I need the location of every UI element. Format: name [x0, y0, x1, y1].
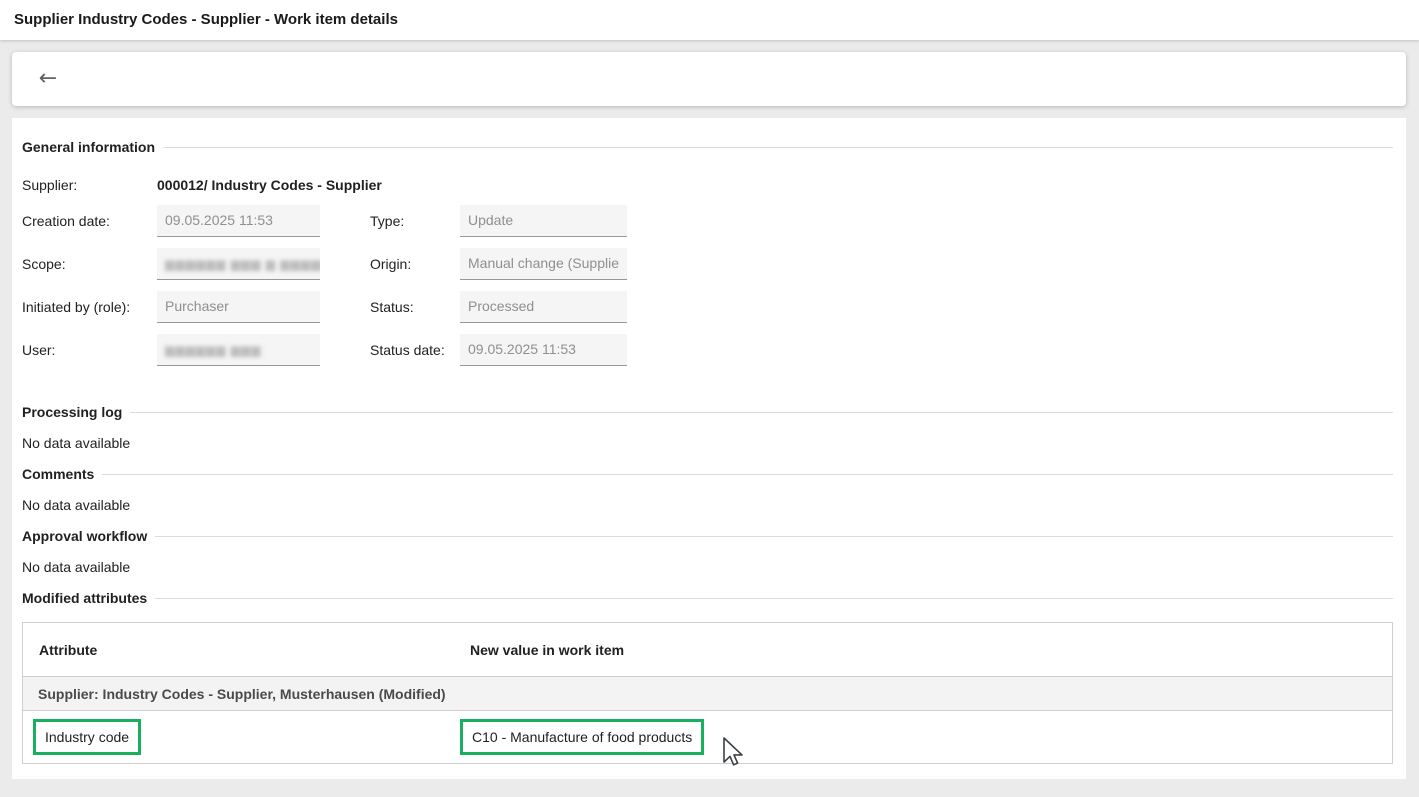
processing-log-empty-text: No data available	[22, 433, 130, 453]
section-comments: Comments	[22, 464, 1393, 484]
table-group-row: Supplier: Industry Codes - Supplier, Mus…	[23, 677, 1392, 711]
status-date-field[interactable]: 09.05.2025 11:53	[460, 334, 627, 366]
details-panel: General information Supplier: 000012/ In…	[12, 118, 1406, 779]
section-divider	[130, 412, 1393, 413]
attribute-cell-highlighted[interactable]: Industry code	[33, 719, 141, 755]
section-title: Comments	[22, 466, 94, 482]
section-divider	[163, 147, 1393, 148]
type-field[interactable]: Update	[460, 205, 627, 237]
origin-field[interactable]: Manual change (Supplie	[460, 248, 627, 280]
status-field[interactable]: Processed	[460, 291, 627, 323]
section-title: General information	[22, 139, 155, 155]
status-label: Status:	[370, 291, 414, 323]
section-general-information: General information	[22, 137, 1393, 157]
back-button[interactable]: ←	[28, 59, 68, 99]
section-title: Processing log	[22, 404, 122, 420]
scope-label: Scope:	[22, 248, 66, 280]
back-arrow-icon: ←	[39, 66, 57, 91]
section-approval-workflow: Approval workflow	[22, 526, 1393, 546]
section-modified-attributes: Modified attributes	[22, 588, 1393, 608]
window-title-bar: Supplier Industry Codes - Supplier - Wor…	[0, 0, 1419, 40]
section-divider	[155, 598, 1393, 599]
toolbar: ←	[12, 52, 1406, 106]
section-title: Approval workflow	[22, 528, 147, 544]
scope-field[interactable]: ▆▆▆▆▆▆ ▆▆▆ ▆ ▆▆▆▆▆	[157, 248, 320, 280]
user-label: User:	[22, 334, 55, 366]
user-redacted-value: ▆▆▆▆▆▆ ▆▆▆	[165, 343, 261, 357]
type-label: Type:	[370, 205, 404, 237]
initiated-by-label: Initiated by (role):	[22, 291, 130, 323]
column-header-attribute: Attribute	[39, 623, 97, 677]
comments-empty-text: No data available	[22, 495, 130, 515]
work-item-details-page: { "window": { "title": "Supplier Industr…	[0, 0, 1419, 797]
initiated-by-field[interactable]: Purchaser	[157, 291, 320, 323]
status-date-label: Status date:	[370, 334, 445, 366]
user-field[interactable]: ▆▆▆▆▆▆ ▆▆▆	[157, 334, 320, 366]
modified-attributes-table: Attribute New value in work item Supplie…	[22, 622, 1393, 764]
scope-redacted-value: ▆▆▆▆▆▆ ▆▆▆ ▆ ▆▆▆▆▆	[165, 257, 320, 271]
new-value-cell-highlighted[interactable]: C10 - Manufacture of food products	[460, 719, 704, 755]
creation-date-field[interactable]: 09.05.2025 11:53	[157, 205, 320, 237]
section-divider	[102, 474, 1393, 475]
section-processing-log: Processing log	[22, 402, 1393, 422]
origin-label: Origin:	[370, 248, 411, 280]
column-header-new-value: New value in work item	[470, 623, 624, 677]
supplier-label: Supplier:	[22, 175, 77, 195]
table-header-row: Attribute New value in work item	[23, 623, 1392, 677]
supplier-value: 000012/ Industry Codes - Supplier	[157, 175, 382, 195]
section-title: Modified attributes	[22, 590, 147, 606]
page-title: Supplier Industry Codes - Supplier - Wor…	[14, 0, 398, 40]
approval-workflow-empty-text: No data available	[22, 557, 130, 577]
section-divider	[155, 536, 1393, 537]
creation-date-label: Creation date:	[22, 205, 110, 237]
table-row[interactable]: Industry code C10 - Manufacture of food …	[23, 711, 1392, 763]
